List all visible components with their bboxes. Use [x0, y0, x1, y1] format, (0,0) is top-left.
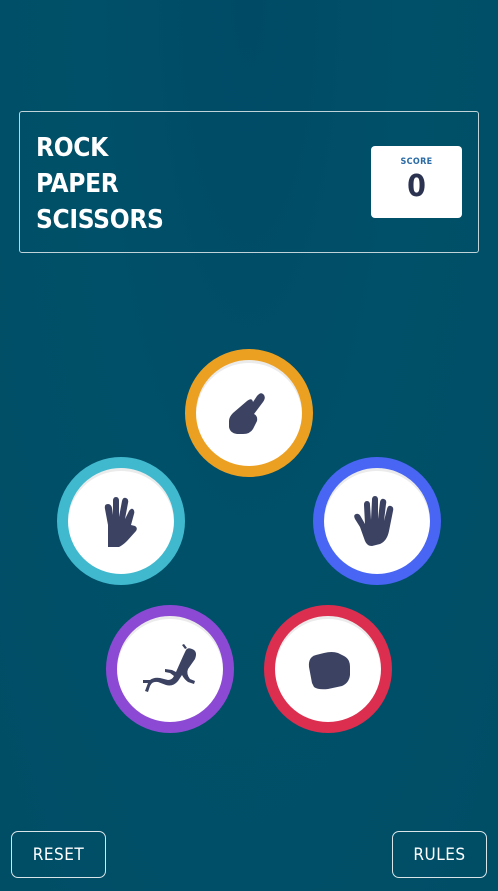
open-hand-icon — [354, 496, 394, 546]
lizard-token[interactable] — [106, 605, 234, 733]
scissors-hand-icon — [229, 393, 265, 434]
title-line-paper: PAPER — [36, 169, 119, 199]
paper-token[interactable] — [313, 457, 441, 585]
title-line-rock: ROCK — [36, 133, 108, 163]
fist-icon — [308, 652, 350, 690]
title-line-scissors: SCISSORS — [36, 205, 164, 235]
score-box: SCORE 0 — [371, 146, 462, 218]
scissors-token[interactable] — [185, 349, 313, 477]
score-value: 0 — [407, 169, 426, 204]
reset-button[interactable]: RESET — [11, 831, 106, 878]
spock-hand-icon — [104, 497, 137, 547]
rock-token[interactable] — [264, 605, 392, 733]
game-header: ROCK PAPER SCISSORS SCORE 0 — [19, 111, 479, 253]
lizard-icon — [143, 644, 196, 692]
rules-button[interactable]: RULES — [392, 831, 487, 878]
game-title: ROCK PAPER SCISSORS — [36, 130, 164, 238]
score-label: SCORE — [400, 157, 433, 167]
spock-token[interactable] — [57, 457, 185, 585]
